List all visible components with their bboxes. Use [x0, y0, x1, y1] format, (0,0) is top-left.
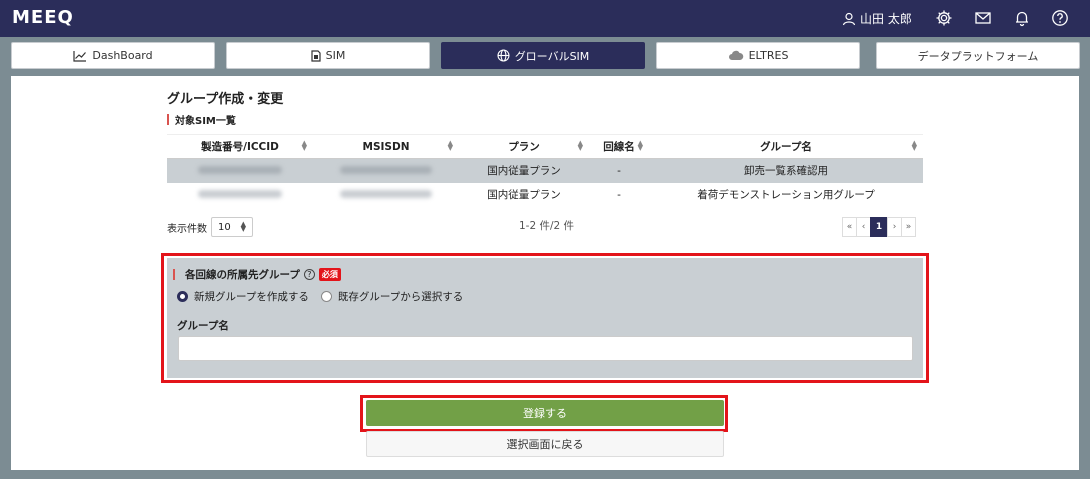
page-size-select[interactable]: 10 ▲ ▼ — [211, 217, 253, 237]
sort-icon: ▲ ▼ — [447, 139, 453, 152]
sim-list-heading: 対象SIM一覧 — [167, 112, 236, 127]
main-panel: グループ作成・変更 対象SIM一覧 製造番号/ICCID ▲ ▼ MSISDN ▲ ▼ … — [11, 76, 1079, 470]
tab-sim[interactable]: SIM — [226, 42, 430, 69]
last-page-button[interactable]: » — [901, 217, 916, 237]
record-count: 1-2 件/2 件 — [519, 220, 575, 232]
highlight-frame-register — [360, 395, 728, 432]
table-row[interactable]: 国内従量プラン - 着荷デモンストレーション用グループ — [167, 183, 923, 207]
page-1-button[interactable]: 1 — [870, 217, 888, 237]
sort-icon: ▲ ▼ — [577, 139, 583, 152]
next-page-button[interactable]: › — [887, 217, 902, 237]
tab-label: グローバルSIM — [514, 49, 590, 63]
col-group-name[interactable]: グループ名 ▲ ▼ — [649, 134, 923, 159]
cell-line-name: - — [589, 158, 649, 183]
page-size-control: 表示件数 10 ▲ ▼ — [167, 217, 253, 237]
cell-plan: 国内従量プラン — [487, 189, 561, 201]
page-size-label: 表示件数 — [167, 223, 207, 235]
cell-msisdn — [313, 158, 459, 183]
pagination: « ‹ 1 › » — [842, 217, 916, 237]
table-row[interactable]: 国内従量プラン - 卸売一覧系確認用 — [167, 158, 923, 183]
mail-icon[interactable] — [974, 9, 992, 27]
first-page-button[interactable]: « — [842, 217, 857, 237]
col-msisdn[interactable]: MSISDN ▲ ▼ — [313, 134, 459, 159]
sort-icon: ▲ ▼ — [911, 139, 917, 152]
sort-icon: ▲ ▼ — [637, 139, 643, 152]
page-title: グループ作成・変更 — [167, 92, 284, 107]
tab-global-sim[interactable]: グローバルSIM — [441, 42, 645, 69]
cell-msisdn — [313, 183, 459, 207]
cell-iccid — [167, 158, 313, 183]
tab-dashboard[interactable]: DashBoard — [11, 42, 215, 69]
cell-plan: 国内従量プラン — [459, 158, 589, 183]
highlight-frame-group-form — [161, 253, 929, 383]
redacted-value — [198, 189, 282, 198]
cloud-icon — [728, 50, 743, 60]
gear-icon[interactable] — [935, 9, 953, 27]
meeq-logo[interactable]: MEEQ — [12, 7, 74, 28]
user-icon — [842, 12, 856, 25]
sim-card-icon — [311, 49, 321, 62]
col-iccid[interactable]: 製造番号/ICCID ▲ ▼ — [167, 134, 313, 159]
bell-icon[interactable] — [1013, 9, 1031, 27]
globe-icon — [497, 49, 510, 62]
tab-data-platform[interactable]: データプラットフォーム — [876, 42, 1080, 69]
col-plan[interactable]: プラン ▲ ▼ — [459, 134, 589, 159]
tab-label: ELTRES — [748, 49, 789, 62]
redacted-value — [198, 165, 282, 174]
tab-label: データプラットフォーム — [917, 49, 1039, 63]
tab-label: DashBoard — [92, 49, 153, 62]
sort-icon: ▲ ▼ — [301, 139, 307, 152]
cell-group: 卸売一覧系確認用 — [649, 158, 923, 183]
page-size-value: 10 — [218, 221, 231, 233]
cell-line-name: - — [617, 188, 621, 201]
sim-table: 製造番号/ICCID ▲ ▼ MSISDN ▲ ▼ プラン ▲ ▼ 回線名 ▲ ▼ グループ名 ▲… — [167, 134, 923, 207]
help-icon[interactable] — [1051, 9, 1069, 27]
main-tabs: DashBoard SIM グローバルSIM ELTRES データプラットフォー… — [0, 42, 1090, 70]
redacted-value — [340, 189, 432, 198]
cell-iccid — [167, 183, 313, 207]
chart-line-icon — [73, 50, 87, 62]
user-menu[interactable]: 山田 太郎 — [842, 10, 912, 27]
table-header-row: 製造番号/ICCID ▲ ▼ MSISDN ▲ ▼ プラン ▲ ▼ 回線名 ▲ ▼ グループ名 ▲… — [167, 134, 923, 159]
prev-page-button[interactable]: ‹ — [856, 217, 871, 237]
col-line-name[interactable]: 回線名 ▲ ▼ — [589, 134, 649, 159]
tab-label: SIM — [325, 49, 346, 62]
cell-group: 着荷デモンストレーション用グループ — [697, 189, 875, 201]
sim-list-title: 対象SIM一覧 — [175, 116, 236, 127]
heading-accent-bar — [167, 114, 169, 125]
back-to-selection-button[interactable]: 選択画面に戻る — [366, 431, 724, 457]
redacted-value — [340, 165, 432, 174]
top-bar: MEEQ 山田 太郎 — [0, 0, 1090, 37]
tab-eltres[interactable]: ELTRES — [656, 42, 860, 69]
select-arrows-icon: ▲ ▼ — [240, 220, 246, 233]
user-name: 山田 太郎 — [860, 12, 912, 26]
